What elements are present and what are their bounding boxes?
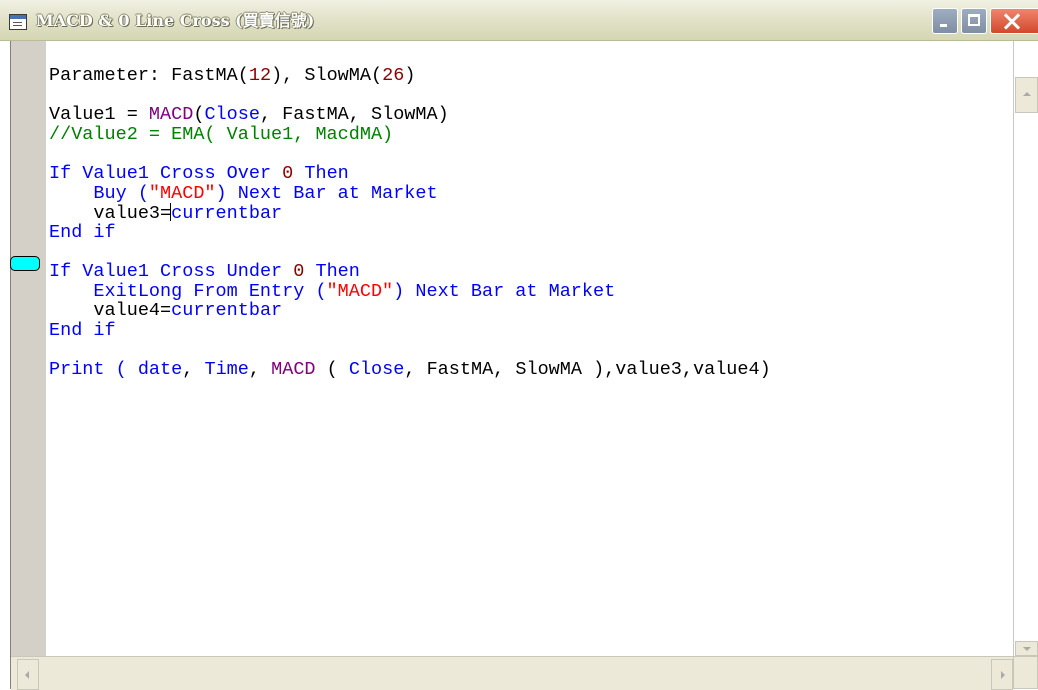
code-token: Value1 =	[49, 104, 149, 126]
code-token: MACD	[148, 104, 194, 126]
code-token: If Value1	[49, 260, 161, 282]
code-token: ,	[182, 358, 205, 380]
code-token: Parameter: FastMA(	[49, 65, 249, 86]
minimize-button[interactable]	[932, 8, 958, 34]
breakpoint-marker[interactable]	[10, 256, 40, 271]
code-token: Time	[204, 358, 249, 380]
code-token: ,	[248, 358, 272, 380]
code-token: 0	[282, 162, 294, 184]
resize-grip[interactable]	[1013, 656, 1038, 689]
code-token: 12	[248, 65, 272, 86]
code-token: Cross Under	[160, 260, 294, 282]
code-token: (	[193, 104, 205, 126]
code-token: date	[137, 358, 183, 380]
window-left-border	[0, 41, 11, 689]
code-token: If Value1	[49, 162, 161, 184]
code-line[interactable]	[49, 242, 771, 262]
code-token: 26	[382, 65, 405, 86]
code-token: Print (	[49, 358, 138, 380]
code-token: Buy (	[49, 182, 149, 204]
code-line[interactable]	[49, 144, 771, 164]
code-token: ExitLong From Entry (	[49, 280, 327, 302]
code-token: Close	[204, 104, 260, 126]
code-line[interactable]: Print ( date, Time, MACD ( Close, FastMA…	[49, 360, 771, 380]
code-line[interactable]: Value1 = MACD(Close, FastMA, SlowMA)	[49, 105, 771, 125]
code-token: MACD	[271, 358, 316, 380]
code-line[interactable]	[49, 86, 771, 106]
code-token: , FastMA, SlowMA ),value3,value4)	[404, 358, 771, 380]
code-line[interactable]: If Value1 Cross Over 0 Then	[49, 164, 771, 184]
code-token: currentbar	[171, 203, 283, 225]
code-token: Then	[304, 260, 360, 282]
code-line[interactable]: Parameter: FastMA(12), SlowMA(26)	[49, 66, 771, 86]
scroll-down-arrow-icon[interactable]	[1015, 641, 1038, 656]
vertical-scrollbar[interactable]	[1013, 41, 1038, 656]
code-token: , FastMA, SlowMA)	[259, 104, 449, 126]
code-line[interactable]: Buy ("MACD") Next Bar at Market	[49, 182, 771, 204]
scroll-left-arrow-icon[interactable]	[17, 659, 39, 690]
code-token: )	[404, 65, 416, 86]
code-token: ) Next Bar at Market	[393, 280, 616, 302]
code-token: End if	[49, 221, 116, 243]
code-token: Cross Over	[160, 162, 283, 184]
code-line[interactable]: ExitLong From Entry ("MACD") Next Bar at…	[49, 280, 771, 302]
breakpoint-gutter[interactable]	[11, 41, 46, 656]
code-token: (	[315, 358, 349, 380]
code-token: value4=	[49, 300, 172, 322]
window-title: MACD & 0 Line Cross (買賣信號)	[36, 11, 315, 30]
code-token: ), SlowMA(	[271, 65, 383, 86]
code-line[interactable]	[49, 340, 771, 360]
code-line[interactable]: If Value1 Cross Under 0 Then	[49, 262, 771, 282]
code-line[interactable]: End if	[49, 319, 771, 341]
code-token: ) Next Bar at Market	[215, 182, 438, 204]
title-bar[interactable]: MACD & 0 Line Cross (買賣信號)	[0, 0, 1038, 41]
code-line[interactable]: value4=currentbar	[49, 301, 771, 321]
code-line[interactable]: value3=currentbar	[49, 203, 771, 223]
close-button[interactable]	[990, 8, 1038, 34]
code-text[interactable]: Parameter: FastMA(12), SlowMA(26) Value1…	[49, 66, 771, 380]
code-token: "MACD"	[326, 280, 394, 302]
scroll-up-arrow-icon[interactable]	[1015, 77, 1038, 113]
code-token: //Value2 = EMA( Value1, MacdMA)	[49, 123, 394, 145]
horizontal-scrollbar[interactable]	[11, 656, 1013, 690]
code-token: currentbar	[171, 300, 283, 322]
code-token: Then	[293, 162, 349, 184]
document-window-icon[interactable]	[9, 14, 27, 30]
code-token: End if	[49, 319, 116, 341]
code-token: Close	[348, 358, 405, 380]
scroll-right-arrow-icon[interactable]	[991, 659, 1013, 690]
code-line[interactable]: End if	[49, 221, 771, 243]
code-token: "MACD"	[148, 182, 216, 204]
code-line[interactable]: //Value2 = EMA( Value1, MacdMA)	[49, 123, 771, 145]
code-token: 0	[293, 260, 305, 282]
maximize-button[interactable]	[961, 8, 987, 34]
